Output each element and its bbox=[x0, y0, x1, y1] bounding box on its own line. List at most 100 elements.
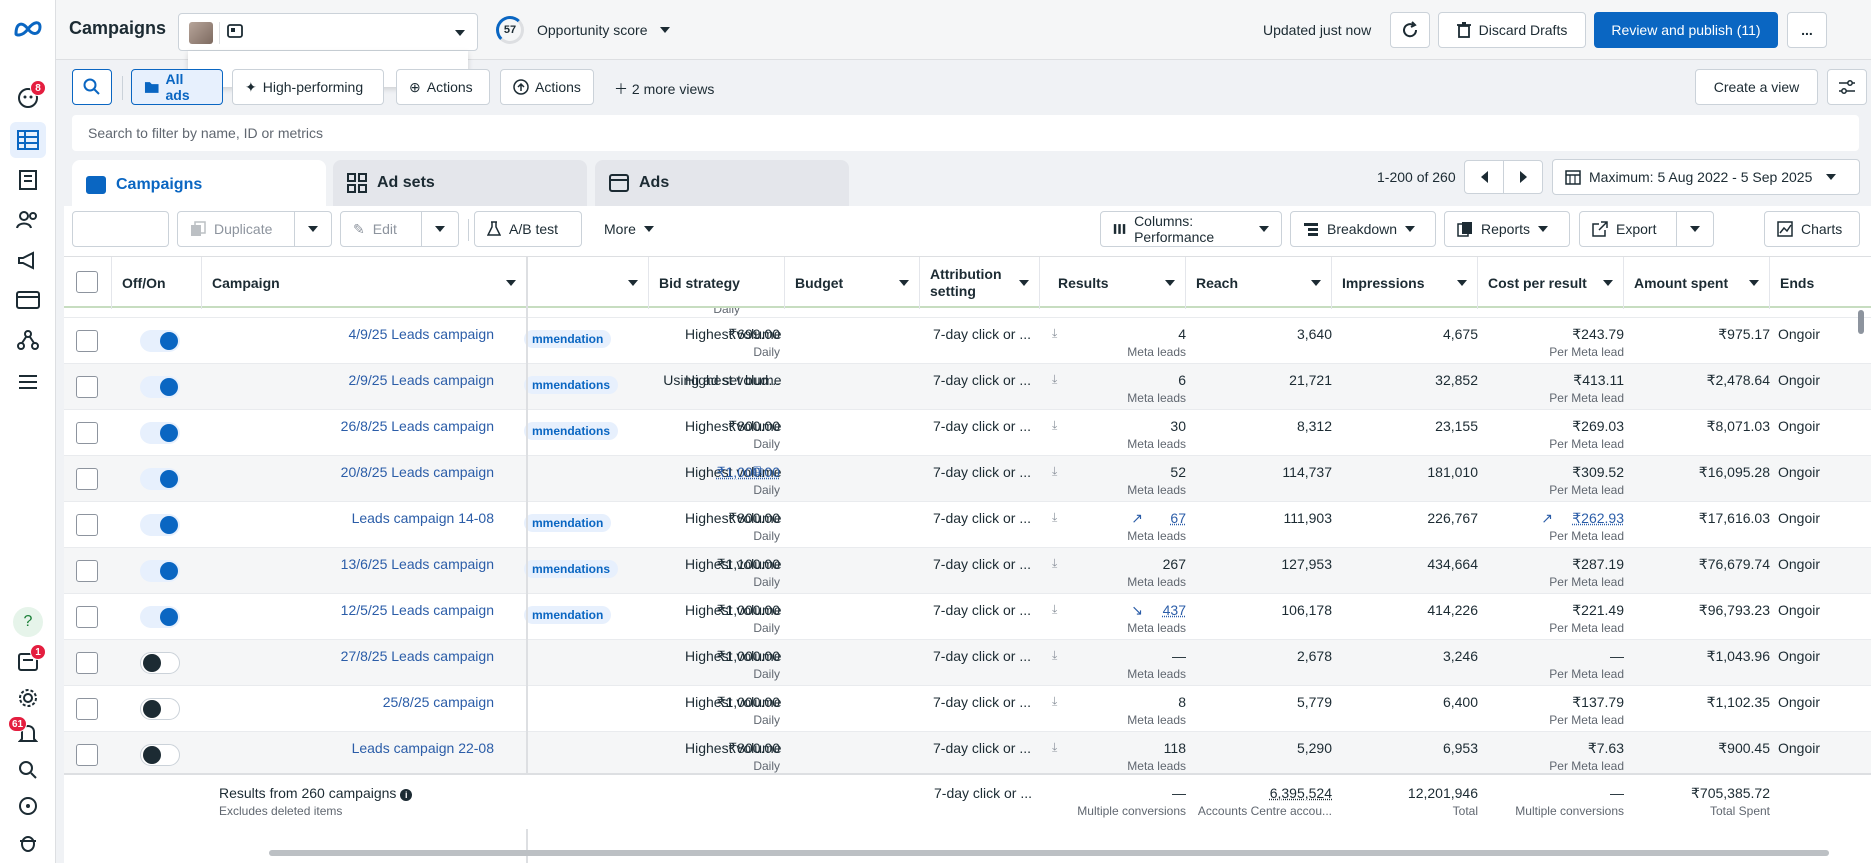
results-cell[interactable]: 67 bbox=[1170, 510, 1186, 526]
select-all-checkbox[interactable] bbox=[76, 271, 98, 293]
download-icon[interactable]: ⤓ bbox=[1052, 648, 1057, 663]
edit-button[interactable]: ✎ Edit bbox=[340, 211, 422, 247]
header-amount-spent[interactable]: Amount spent bbox=[1624, 257, 1770, 309]
campaign-name-link[interactable]: 2/9/25 Leads campaign bbox=[348, 372, 494, 388]
campaign-name-link[interactable]: 26/8/25 Leads campaign bbox=[341, 418, 494, 434]
campaign-name-link[interactable]: 27/8/25 Leads campaign bbox=[341, 648, 494, 664]
charts-button[interactable]: Charts bbox=[1764, 211, 1860, 247]
chevron-down-icon[interactable] bbox=[1019, 280, 1029, 286]
chevron-down-icon[interactable] bbox=[1311, 280, 1321, 286]
chevron-down-icon[interactable] bbox=[506, 280, 516, 286]
header-results[interactable]: Results bbox=[1040, 257, 1186, 309]
table-row[interactable]: 12/5/25 Leads campaign mmendation Highest … bbox=[64, 594, 1871, 640]
chevron-down-icon[interactable] bbox=[1603, 280, 1613, 286]
megaphone-icon[interactable] bbox=[10, 242, 46, 278]
edit-dropdown-button[interactable] bbox=[421, 211, 459, 247]
recommendation-pill[interactable]: mmendations bbox=[524, 560, 619, 578]
row-checkbox[interactable] bbox=[76, 652, 98, 674]
discard-drafts-button[interactable]: Discard Drafts bbox=[1438, 12, 1586, 48]
info-icon[interactable]: i bbox=[400, 789, 413, 801]
vertical-scrollbar[interactable] bbox=[1858, 310, 1864, 640]
campaign-name-link[interactable]: 25/8/25 campaign bbox=[383, 694, 494, 710]
download-icon[interactable]: ⤓ bbox=[1052, 326, 1057, 341]
export-dropdown-button[interactable] bbox=[1676, 211, 1714, 247]
campaign-name-link[interactable]: 12/5/25 Leads campaign bbox=[341, 602, 494, 618]
campaign-toggle[interactable] bbox=[140, 698, 180, 720]
header-ends[interactable]: Ends bbox=[1770, 257, 1871, 309]
chevron-down-icon[interactable] bbox=[628, 280, 638, 286]
notifications-icon[interactable]: 8 bbox=[10, 80, 46, 116]
search-toggle-button[interactable] bbox=[72, 69, 112, 105]
tab-ad-sets[interactable]: Ad sets bbox=[333, 160, 587, 206]
chevron-down-icon[interactable] bbox=[660, 27, 670, 33]
chevron-down-icon[interactable] bbox=[899, 280, 909, 286]
row-checkbox[interactable] bbox=[76, 698, 98, 720]
table-row[interactable]: 13/6/25 Leads campaign mmendations Highest… bbox=[64, 548, 1871, 594]
create-view-button[interactable]: Create a view bbox=[1695, 69, 1818, 105]
table-row[interactable]: 20/8/25 Leads campaign Highest volume ⧉ ₹1,… bbox=[64, 456, 1871, 502]
header-campaign[interactable]: Campaign bbox=[202, 257, 527, 309]
opportunity-score-ring[interactable]: 57 bbox=[496, 16, 524, 44]
export-button[interactable]: Export bbox=[1579, 211, 1677, 247]
next-page-button[interactable] bbox=[1503, 160, 1543, 194]
vertical-scroll-thumb[interactable] bbox=[1858, 310, 1864, 334]
recommendation-pill[interactable]: mmendations bbox=[524, 376, 619, 394]
book-icon[interactable] bbox=[10, 162, 46, 198]
row-checkbox[interactable] bbox=[76, 330, 98, 352]
recommendation-pill[interactable]: mmendations bbox=[524, 422, 619, 440]
table-row[interactable]: Leads campaign 14-08 mmendation Highest vo… bbox=[64, 502, 1871, 548]
row-checkbox[interactable] bbox=[76, 468, 98, 490]
table-icon[interactable] bbox=[10, 122, 46, 158]
download-icon[interactable]: ⤓ bbox=[1052, 694, 1057, 709]
ab-test-button[interactable]: A/B test bbox=[474, 211, 582, 247]
download-icon[interactable]: ⤓ bbox=[1052, 418, 1057, 433]
download-icon[interactable]: ⤓ bbox=[1052, 556, 1057, 571]
date-range-picker[interactable]: Maximum: 5 Aug 2022 - 5 Sep 2025 bbox=[1552, 159, 1860, 195]
horizontal-scrollbar[interactable] bbox=[269, 850, 1829, 856]
header-delivery[interactable] bbox=[527, 257, 649, 309]
chevron-down-icon[interactable] bbox=[1749, 280, 1759, 286]
menu-icon[interactable] bbox=[10, 364, 46, 400]
header-bid-strategy[interactable]: Bid strategy bbox=[649, 257, 785, 309]
row-checkbox[interactable] bbox=[76, 422, 98, 444]
settings-gear-icon[interactable] bbox=[10, 680, 46, 716]
opportunity-score-label[interactable]: Opportunity score bbox=[537, 22, 648, 38]
tab-ads[interactable]: Ads bbox=[595, 160, 849, 206]
audience-icon[interactable] bbox=[10, 202, 46, 238]
refresh-button[interactable] bbox=[1390, 12, 1430, 48]
view-settings-button[interactable] bbox=[1827, 69, 1867, 105]
row-checkbox[interactable] bbox=[76, 606, 98, 628]
chevron-down-icon[interactable] bbox=[1165, 280, 1175, 286]
view-actions-1[interactable]: ⊕ Actions bbox=[396, 69, 490, 105]
more-options-button[interactable]: ... bbox=[1787, 12, 1827, 48]
bell-icon[interactable]: 61 bbox=[8, 716, 46, 752]
breakdown-button[interactable]: Breakdown bbox=[1290, 211, 1436, 247]
table-row[interactable]: 27/8/25 Leads campaign Highest volume ₹1,0… bbox=[64, 640, 1871, 686]
header-budget[interactable]: Budget bbox=[785, 257, 920, 309]
campaign-toggle[interactable] bbox=[140, 468, 180, 490]
download-icon[interactable]: ⤓ bbox=[1052, 602, 1057, 617]
campaign-toggle[interactable] bbox=[140, 514, 180, 536]
columns-button[interactable]: Columns: Performance bbox=[1100, 211, 1282, 247]
view-high-performing[interactable]: ✦ High-performing bbox=[232, 69, 384, 105]
campaign-toggle[interactable] bbox=[140, 606, 180, 628]
campaign-name-link[interactable]: 13/6/25 Leads campaign bbox=[341, 556, 494, 572]
bug-report-icon[interactable] bbox=[10, 824, 46, 860]
row-checkbox[interactable] bbox=[76, 376, 98, 398]
cost-per-result-cell[interactable]: ₹262.93 bbox=[1572, 510, 1624, 527]
help-icon[interactable]: ? bbox=[10, 604, 46, 640]
campaign-name-link[interactable]: Leads campaign 22-08 bbox=[352, 740, 494, 756]
view-actions-2[interactable]: Actions bbox=[500, 69, 594, 105]
duplicate-button[interactable]: Duplicate bbox=[177, 211, 295, 247]
header-attribution[interactable]: Attribution setting bbox=[920, 257, 1040, 309]
events-manager-icon[interactable] bbox=[10, 322, 46, 358]
recommendation-pill[interactable]: mmendation bbox=[524, 514, 612, 532]
header-reach[interactable]: Reach bbox=[1186, 257, 1332, 309]
recommendation-pill[interactable]: mmendation bbox=[524, 330, 612, 348]
chevron-down-icon[interactable] bbox=[1457, 280, 1467, 286]
table-row[interactable]: 2/9/25 Leads campaign mmendations Highest … bbox=[64, 364, 1871, 410]
more-actions-button[interactable]: More bbox=[592, 211, 664, 247]
campaign-toggle[interactable] bbox=[140, 744, 180, 766]
download-icon[interactable]: ⤓ bbox=[1052, 464, 1057, 479]
horizontal-scroll-thumb[interactable] bbox=[269, 850, 1829, 856]
